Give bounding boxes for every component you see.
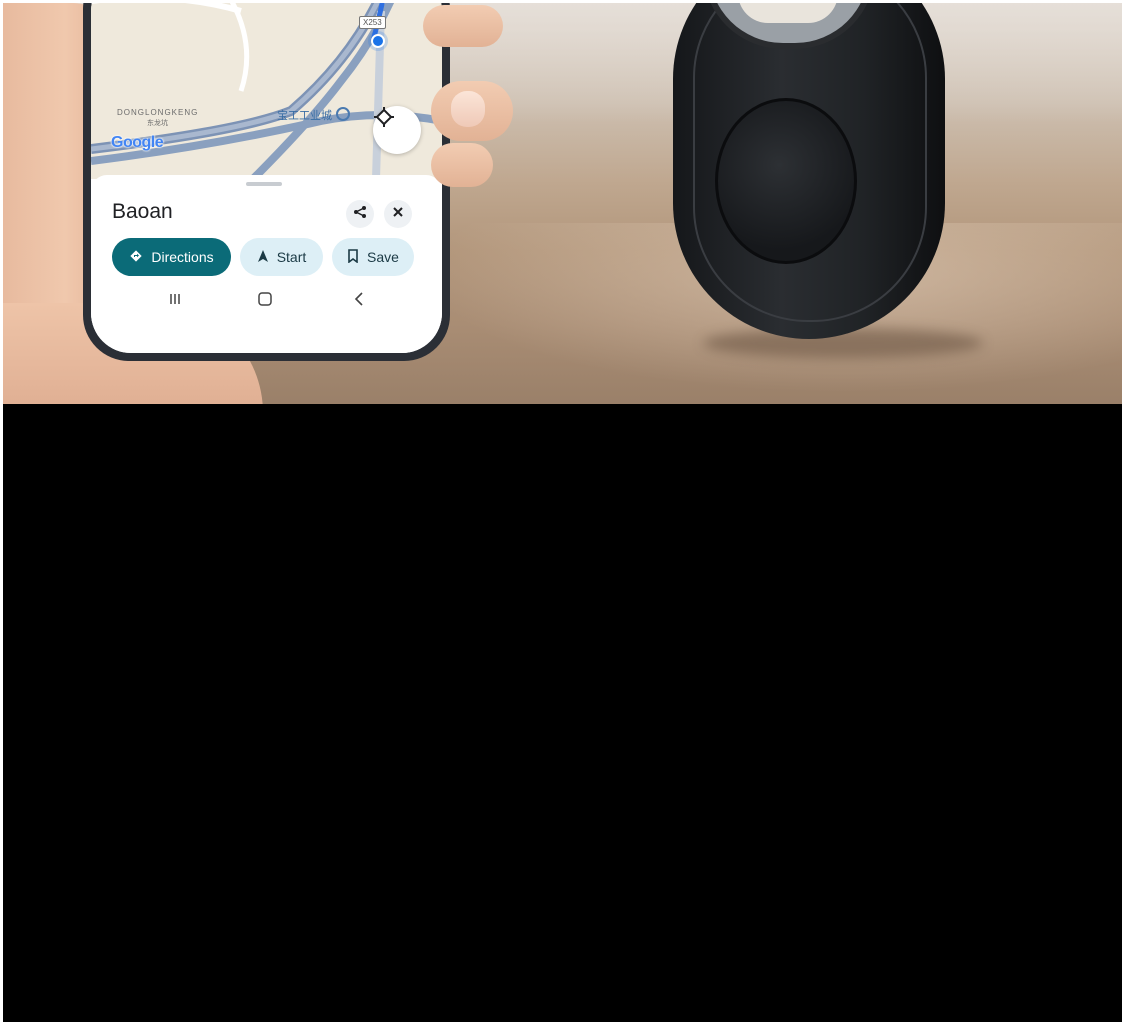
road-shield: X253 [359,16,386,29]
share-icon [353,205,367,224]
navigation-arrow-icon [257,249,269,266]
start-button[interactable]: Start [240,238,323,276]
save-label: Save [367,249,399,265]
thumbnail [451,91,485,127]
map-area-label-sub: 东龙坑 [147,120,168,127]
sheet-drag-handle[interactable] [246,182,282,186]
place-title: Baoan [112,200,173,223]
tracker-button [715,98,857,264]
recents-icon [168,292,182,311]
place-sheet: Baoan Directions Start Save [91,175,442,353]
phone: X253 DONGLONGKENG 东龙坑 宝工工业城 Google Baoan… [83,3,450,361]
finger-top [423,5,503,47]
close-icon [392,205,404,223]
phone-screen: X253 DONGLONGKENG 东龙坑 宝工工业城 Google Baoan… [91,3,442,353]
map-poi-label[interactable]: 宝工工业城 [277,107,332,123]
back-chevron-icon [353,291,365,311]
home-icon [257,291,273,312]
page: X253 DONGLONGKENG 东龙坑 宝工工业城 Google Baoan… [0,0,1123,1025]
recenter-button[interactable] [373,106,421,154]
back-button[interactable] [347,291,371,311]
google-logo: Google [111,134,164,151]
directions-label: Directions [151,249,214,265]
poi-pin-icon[interactable] [336,107,350,121]
share-button[interactable] [346,200,374,228]
current-location-dot [371,34,385,48]
save-button[interactable]: Save [332,238,414,276]
directions-icon [129,249,143,266]
start-label: Start [276,249,307,265]
bookmark-icon [347,248,359,266]
empty-black-area [3,404,1122,1022]
system-nav-bar [91,283,442,317]
close-button[interactable] [384,200,412,228]
map-view[interactable]: X253 DONGLONGKENG 东龙坑 宝工工业城 Google [91,3,442,179]
product-photo: X253 DONGLONGKENG 东龙坑 宝工工业城 Google Baoan… [3,3,1122,404]
map-area-label: DONGLONGKENG [117,108,199,117]
directions-button[interactable]: Directions [112,238,231,276]
finger-lower [431,143,493,187]
recents-button[interactable] [163,291,187,311]
home-button[interactable] [253,291,277,311]
